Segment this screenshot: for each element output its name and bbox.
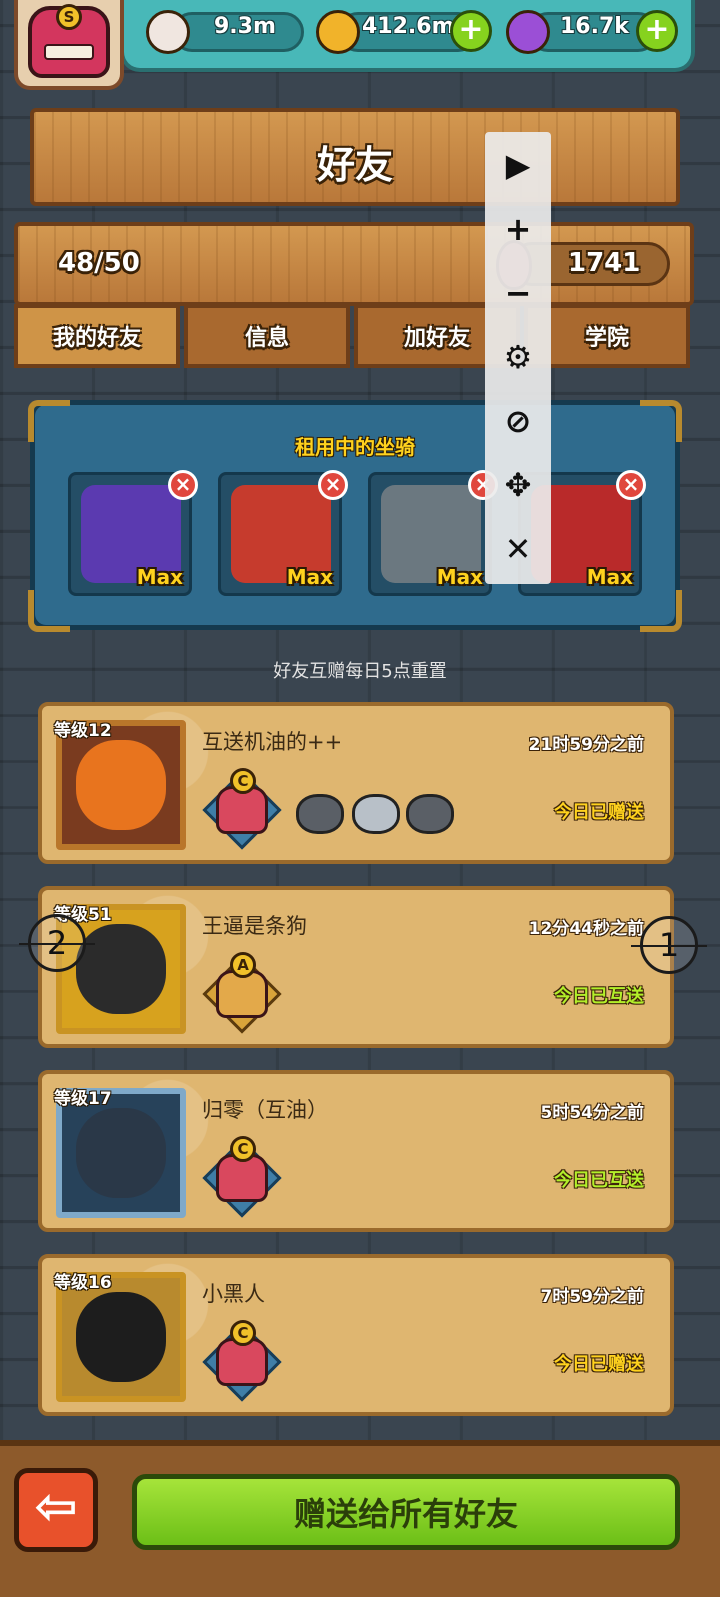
friend-last-seen: 21时59分之前 <box>528 735 644 755</box>
remove-mount-2-button[interactable]: × <box>318 470 348 500</box>
friend-rank-badge: C <box>202 768 282 850</box>
potion-resource-value: 16.7k <box>560 14 629 39</box>
friend-count-bar: 48/50 1741 <box>14 222 694 306</box>
daily-reset-note: 好友互赠每日5点重置 <box>273 661 447 682</box>
marker-1-icon[interactable]: 1 <box>631 916 707 974</box>
potion-icon <box>506 10 550 54</box>
panel-corner-top-right <box>640 400 682 442</box>
gift-status: 今日已互送 <box>554 1170 644 1191</box>
gift-status: 今日已赠送 <box>554 802 644 823</box>
tab-messages[interactable]: 信息 <box>184 304 350 368</box>
gear-icon[interactable]: ⚙ <box>485 332 551 382</box>
coin-resource-value: 412.6m <box>362 14 455 39</box>
rank-letter: A <box>230 952 256 978</box>
friend-level: 等级17 <box>54 1089 112 1109</box>
play-icon[interactable]: ▶ <box>485 140 551 190</box>
eye-resource-value: 9.3m <box>214 14 276 39</box>
close-icon[interactable]: ✕ <box>485 524 551 574</box>
mount-level: Max <box>286 565 333 589</box>
mount-level: Max <box>136 565 183 589</box>
avatar-teeth <box>44 44 94 60</box>
title-plank: 好友 <box>30 108 680 206</box>
rank-letter: C <box>230 1136 256 1162</box>
fuel-count: 1741 <box>568 248 641 278</box>
tab-bar: 我的好友 信息 加好友 学院 <box>14 304 694 374</box>
friend-card[interactable]: 等级17 归零（互油） 5时54分之前 今日已互送 C <box>38 1070 674 1232</box>
friend-card[interactable]: 等级16 小黑人 7时59分之前 今日已赠送 C <box>38 1254 674 1416</box>
remove-mount-4-button[interactable]: × <box>616 470 646 500</box>
rank-letter: C <box>230 768 256 794</box>
friend-rank-badge: C <box>202 1136 282 1218</box>
friend-rank-badge: C <box>202 1320 282 1402</box>
friend-level: 等级16 <box>54 1273 112 1293</box>
tab-my-friends[interactable]: 我的好友 <box>14 304 180 368</box>
pufferfish-mount-icon <box>352 794 400 834</box>
friend-rank-badge: A <box>202 952 282 1034</box>
add-coins-button[interactable]: + <box>450 10 492 52</box>
eyeball-icon <box>146 10 190 54</box>
coin-icon <box>316 10 360 54</box>
spiked-mount-icon <box>296 794 344 834</box>
friend-last-seen: 5时54分之前 <box>540 1103 645 1123</box>
plus-icon[interactable]: + <box>485 204 551 254</box>
marker-2-icon[interactable]: 2 <box>19 914 95 972</box>
black-ghost-avatar <box>76 1292 166 1382</box>
resource-bar: 9.3m 412.6m + 16.7k + <box>120 0 695 72</box>
friend-card[interactable]: 等级51 王逼是条狗 12分44秒之前 今日已互送 A <box>38 886 674 1048</box>
friend-last-seen: 12分44秒之前 <box>528 919 644 939</box>
friend-name: 互送机油的++ <box>202 730 343 754</box>
move-icon[interactable]: ✥ <box>485 460 551 510</box>
remove-mount-1-button[interactable]: × <box>168 470 198 500</box>
panel-corner-bottom-right <box>640 590 682 632</box>
minus-icon[interactable]: − <box>485 268 551 318</box>
gift-all-friends-button[interactable]: 赠送给所有好友 <box>132 1474 680 1550</box>
back-button[interactable]: ⇦ <box>14 1468 98 1552</box>
gift-status: 今日已赠送 <box>554 1354 644 1375</box>
mount-level: Max <box>436 565 483 589</box>
friend-last-seen: 7时59分之前 <box>540 1287 645 1307</box>
friend-name: 小黑人 <box>202 1282 265 1306</box>
pumpkin-avatar <box>76 740 166 830</box>
player-rank-badge: S <box>56 4 82 30</box>
rock-monster-avatar <box>76 924 166 1014</box>
gift-status: 今日已互送 <box>554 986 644 1007</box>
friend-level: 等级12 <box>54 721 112 741</box>
drill-mount-icon <box>406 794 454 834</box>
friend-name: 王逼是条狗 <box>202 914 307 938</box>
panel-corner-top-left <box>28 400 70 442</box>
rented-mounts-title: 租用中的坐骑 <box>295 435 415 459</box>
add-potions-button[interactable]: + <box>636 10 678 52</box>
friend-count: 48/50 <box>58 248 140 278</box>
player-avatar[interactable]: S <box>28 4 110 78</box>
ninja-avatar <box>76 1108 166 1198</box>
friend-name: 归零（互油） <box>202 1098 328 1122</box>
eye-off-icon[interactable]: ⊘ <box>485 396 551 446</box>
mount-level: Max <box>586 565 633 589</box>
floating-toolbar: ▶ + − ⚙ ⊘ ✥ ✕ <box>485 132 551 584</box>
page-title: 好友 <box>316 143 393 187</box>
friend-card[interactable]: 等级12 互送机油的++ 21时59分之前 今日已赠送 C <box>38 702 674 864</box>
panel-corner-bottom-left <box>28 590 70 632</box>
rank-letter: C <box>230 1320 256 1346</box>
